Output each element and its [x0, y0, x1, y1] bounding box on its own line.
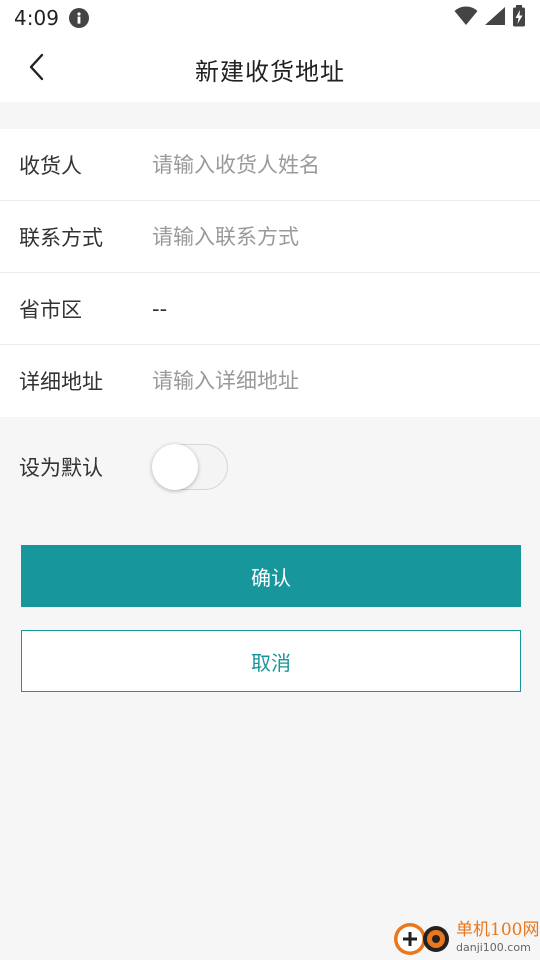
back-button[interactable] [14, 46, 60, 92]
region-value[interactable]: -- [152, 297, 167, 321]
status-bar: 4:09 [0, 0, 540, 36]
region-label: 省市区 [19, 297, 82, 322]
danji-logo-icon [390, 916, 452, 958]
watermark: 单机100网 danji100.com [390, 914, 540, 960]
info-icon [68, 8, 89, 28]
receiver-row: 收货人 [0, 129, 540, 201]
detail-row: 详细地址 [0, 345, 540, 417]
detail-input[interactable] [152, 345, 540, 417]
status-time: 4:09 [14, 6, 59, 30]
watermark-en: danji100.com [456, 940, 531, 954]
detail-label: 详细地址 [19, 370, 103, 394]
battery-charging-icon [512, 5, 526, 31]
receiver-input[interactable] [152, 129, 540, 200]
region-row[interactable]: 省市区 -- [0, 273, 540, 345]
default-row: 设为默认 [0, 417, 540, 517]
contact-row: 联系方式 [0, 201, 540, 273]
contact-input[interactable] [152, 201, 540, 272]
watermark-cn: 单机100网 [456, 919, 540, 940]
confirm-button[interactable]: 确认 [21, 545, 521, 607]
receiver-label: 收货人 [19, 153, 82, 178]
cancel-button[interactable]: 取消 [21, 630, 521, 692]
wifi-icon [454, 6, 478, 30]
address-form: 收货人 联系方式 省市区 -- 详细地址 [0, 129, 540, 417]
page-title: 新建收货地址 [195, 57, 345, 86]
watermark-text: 单机100网 danji100.com [456, 919, 540, 954]
default-label: 设为默认 [19, 456, 103, 480]
default-toggle[interactable] [152, 444, 228, 490]
signal-icon [484, 6, 506, 30]
header: 新建收货地址 [0, 36, 540, 102]
status-left: 4:09 [14, 6, 89, 30]
chevron-left-icon [26, 52, 48, 86]
contact-label: 联系方式 [19, 225, 103, 250]
toggle-knob [152, 444, 198, 490]
status-right [454, 5, 526, 31]
